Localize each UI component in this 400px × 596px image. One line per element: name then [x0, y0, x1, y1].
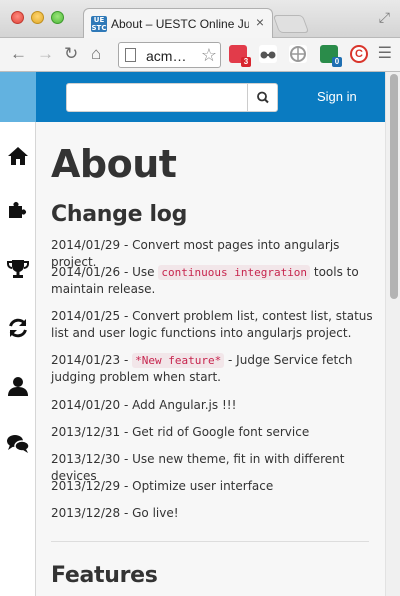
minimize-window-button[interactable] [31, 11, 44, 24]
close-window-button[interactable] [11, 11, 24, 24]
changelog-item: 2014/01/23 - *New feature* - Judge Servi… [51, 353, 353, 384]
ext-c-icon[interactable]: C [350, 45, 368, 63]
site-navbar: Sign in [0, 72, 385, 122]
page-icon [125, 48, 136, 62]
tab-close-icon[interactable]: × [256, 15, 264, 29]
search-input[interactable] [67, 84, 248, 111]
browser-tab[interactable]: UESTC About – UESTC Online Judge × [83, 8, 273, 39]
search-button[interactable] [247, 84, 277, 111]
ext-red-badge: 3 [241, 57, 251, 67]
trophy-icon[interactable] [6, 257, 30, 281]
changelog-item: 2014/01/25 - Convert problem list, conte… [51, 309, 373, 340]
code-snippet: continuous integration [158, 265, 311, 280]
reload-icon[interactable]: ↻ [64, 44, 78, 64]
user-icon[interactable] [6, 374, 30, 398]
url-text: acm… [146, 48, 187, 64]
favicon-icon: UE STC [91, 16, 107, 32]
browser-window: UESTC About – UESTC Online Judge × ⤢ ← →… [0, 0, 400, 596]
main-content: About Change log 2014/01/29 - Convert mo… [36, 122, 385, 596]
ext-red-icon[interactable]: 3 [229, 45, 251, 67]
comments-icon[interactable] [6, 432, 30, 456]
changelog-item: 2013/12/31 - Get rid of Google font serv… [51, 425, 310, 439]
address-bar[interactable]: acm… ☆ [118, 42, 221, 68]
fullscreen-icon[interactable]: ⤢ [379, 9, 390, 26]
search-icon [257, 91, 269, 104]
changelog-item: 2013/12/29 - Optimize user interface [51, 479, 274, 493]
changelog-item: 2013/12/28 - Go live! [51, 506, 179, 520]
ext-html-badge: 0 [332, 57, 342, 67]
scrollbar[interactable] [385, 72, 400, 596]
ext-glasses-icon[interactable] [259, 45, 277, 63]
sidebar [0, 122, 36, 596]
scrollbar-thumb[interactable] [390, 74, 398, 299]
signin-link[interactable]: Sign in [317, 89, 357, 104]
changelog-heading: Change log [51, 202, 188, 227]
page-title: About [51, 142, 177, 186]
forward-icon[interactable]: → [37, 44, 54, 64]
code-snippet: *New feature* [132, 353, 225, 368]
back-icon[interactable]: ← [10, 44, 27, 64]
ext-globe-icon[interactable] [289, 45, 307, 63]
home-icon[interactable] [6, 144, 30, 168]
refresh-icon[interactable] [6, 316, 30, 340]
ext-html-icon[interactable]: 0 [320, 45, 342, 67]
maximize-window-button[interactable] [51, 11, 64, 24]
home-browser-icon[interactable]: ⌂ [91, 44, 101, 64]
changelog-item: 2014/01/20 - Add Angular.js !!! [51, 398, 237, 412]
navbar-brand-block [0, 72, 36, 122]
divider [51, 541, 369, 542]
bookmark-star-icon[interactable]: ☆ [201, 45, 217, 66]
title-bar: UESTC About – UESTC Online Judge × ⤢ [0, 0, 400, 39]
features-heading: Features [51, 563, 158, 588]
changelog-item: 2014/01/26 - Use continuous integration … [51, 265, 359, 296]
tab-title: About – UESTC Online Judge [111, 17, 249, 31]
page-viewport: Sign in About Change log 2014/01/29 - Co… [0, 72, 400, 596]
search-form [66, 83, 278, 112]
new-tab-button[interactable] [272, 15, 310, 33]
browser-toolbar: ← → ↻ ⌂ acm… ☆ 3 0 C ☰ [0, 38, 400, 72]
browser-menu-icon[interactable]: ☰ [378, 46, 392, 62]
puzzle-icon[interactable] [6, 197, 30, 221]
